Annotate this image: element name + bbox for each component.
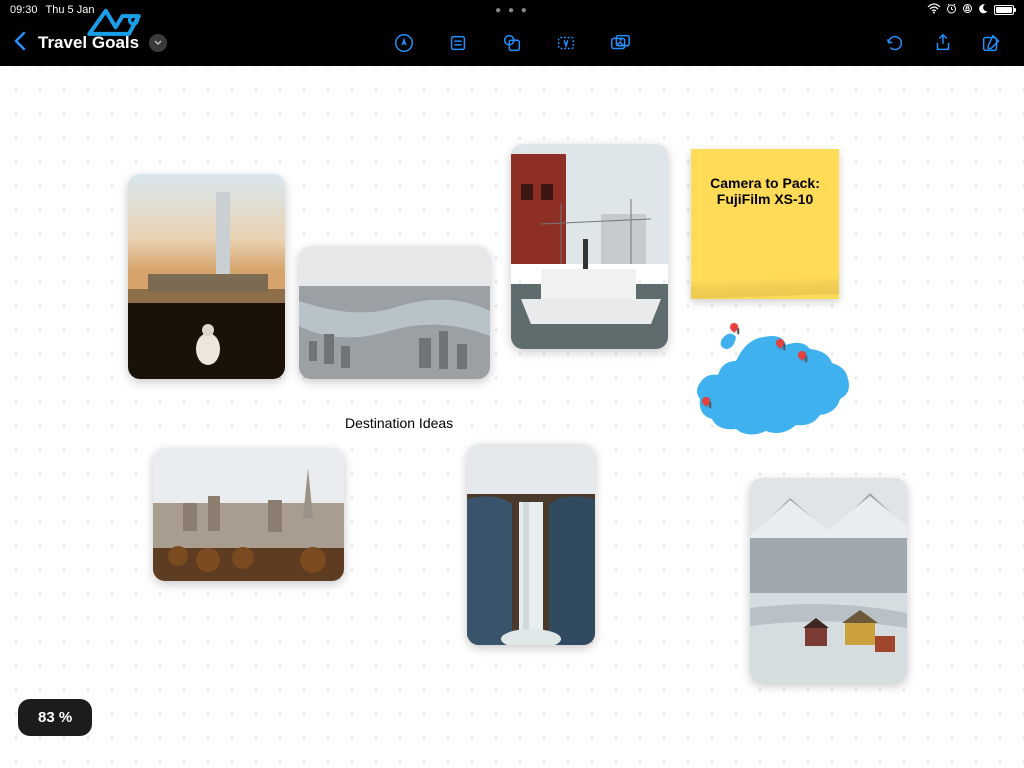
photo-card-4[interactable] xyxy=(153,448,344,581)
sticky-note[interactable]: Camera to Pack: FujiFilm XS-10 xyxy=(691,149,839,299)
pen-tool-icon[interactable] xyxy=(393,32,415,54)
photo-card-3[interactable] xyxy=(511,144,668,349)
compose-icon[interactable] xyxy=(980,32,1002,54)
note-tool-icon[interactable] xyxy=(447,32,469,54)
text-tool-icon[interactable] xyxy=(555,32,577,54)
sticky-line-2: FujiFilm XS-10 xyxy=(707,191,823,207)
status-time: 09:30 xyxy=(10,4,38,16)
multitask-dots[interactable]: ● ● ● xyxy=(495,5,529,16)
wifi-icon xyxy=(927,3,941,17)
image-tool-icon[interactable] xyxy=(609,32,631,54)
moon-icon xyxy=(978,3,989,17)
status-bar: 09:30 Thu 5 Jan ● ● ● xyxy=(0,0,1024,20)
destination-ideas-label[interactable]: Destination Ideas xyxy=(345,415,453,431)
undo-icon[interactable] xyxy=(884,32,906,54)
sticky-line-1: Camera to Pack: xyxy=(707,175,823,191)
photo-card-6[interactable] xyxy=(750,478,907,683)
photo-card-5[interactable] xyxy=(467,444,595,645)
app-logo xyxy=(86,2,152,51)
europe-map[interactable] xyxy=(688,321,858,456)
zoom-indicator[interactable]: 83 % xyxy=(18,699,92,736)
photo-card-1[interactable] xyxy=(128,174,285,379)
status-right xyxy=(927,3,1014,17)
zoom-value: 83 % xyxy=(38,709,72,726)
battery-icon xyxy=(994,5,1014,15)
shape-tool-icon[interactable] xyxy=(501,32,523,54)
toolbar: Travel Goals xyxy=(0,20,1024,66)
rotation-lock-icon xyxy=(962,3,973,17)
alarm-icon xyxy=(946,3,957,17)
photo-card-2[interactable] xyxy=(299,246,490,379)
canvas[interactable]: Camera to Pack: FujiFilm XS-10 Destinati… xyxy=(0,66,1024,768)
back-button[interactable] xyxy=(12,28,28,59)
share-icon[interactable] xyxy=(932,32,954,54)
